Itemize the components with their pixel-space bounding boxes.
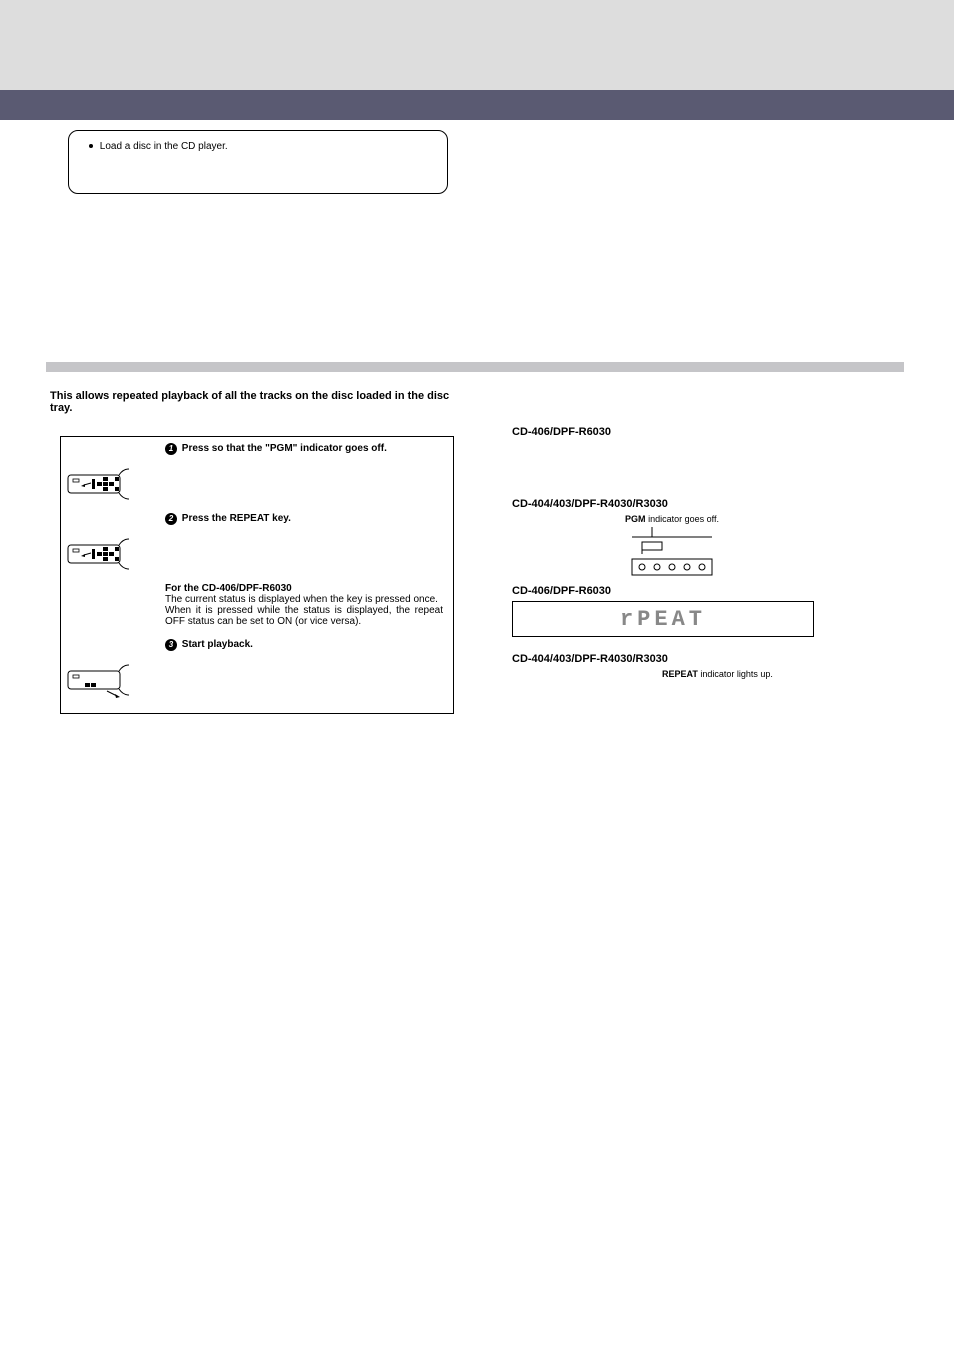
manual-page: Load a disc in the CD player. This allow… bbox=[0, 0, 954, 1351]
remote-diagram-icon bbox=[67, 661, 157, 699]
display-text: rPEAT bbox=[620, 607, 706, 632]
step-2-text: Press the REPEAT key. bbox=[182, 513, 291, 524]
step-row-2-icon bbox=[61, 531, 453, 577]
remote-icon-3 bbox=[61, 657, 165, 703]
model-label-a-2: CD-406/DPF-R6030 bbox=[512, 585, 892, 597]
preparation-text: Load a disc in the CD player. bbox=[100, 141, 228, 152]
model-label-b-1: CD-404/403/DPF-R4030/R3030 bbox=[512, 498, 892, 510]
bullet-icon bbox=[89, 144, 93, 148]
intro-text: This allows repeated playback of all the… bbox=[50, 390, 450, 414]
remote-diagram-icon bbox=[67, 465, 157, 503]
step-row-2: 2 Press the REPEAT key. bbox=[61, 507, 453, 531]
step-number-1: 1 bbox=[165, 443, 177, 455]
pgm-indicator-block: PGM indicator goes off. bbox=[572, 514, 772, 579]
step-row-1: 1 Press so that the "PGM" indicator goes… bbox=[61, 437, 453, 461]
model-label-a-1: CD-406/DPF-R6030 bbox=[512, 426, 892, 438]
step-3-text: Start playback. bbox=[182, 639, 253, 650]
step-row-1-icon bbox=[61, 461, 453, 507]
step-row-3-icon bbox=[61, 657, 453, 703]
step-number-3: 3 bbox=[165, 639, 177, 651]
remote-icon-1 bbox=[61, 461, 165, 507]
repeat-indicator-label: REPEAT indicator lights up. bbox=[662, 669, 892, 679]
pgm-indicator-diagram bbox=[572, 527, 772, 579]
display-screen-box: rPEAT bbox=[512, 601, 814, 637]
dark-header-bar bbox=[0, 90, 954, 120]
step-2-detail: For the CD-406/DPF-R6030 The current sta… bbox=[61, 577, 453, 633]
section-divider-bar bbox=[46, 362, 904, 372]
step-number-2: 2 bbox=[165, 513, 177, 525]
model-label-b-2: CD-404/403/DPF-R4030/R3030 bbox=[512, 653, 892, 665]
step-row-3: 3 Start playback. bbox=[61, 633, 453, 657]
preparation-box: Load a disc in the CD player. bbox=[68, 130, 448, 194]
step-2-body-1: The current status is displayed when the… bbox=[165, 594, 443, 605]
step-2-body-2: When it is pressed while the status is d… bbox=[165, 605, 443, 627]
right-column: CD-406/DPF-R6030 CD-404/403/DPF-R4030/R3… bbox=[512, 420, 892, 679]
top-gray-bar bbox=[0, 0, 954, 90]
remote-diagram-icon bbox=[67, 535, 157, 573]
remote-icon-2 bbox=[61, 531, 165, 577]
pgm-indicator-label: PGM indicator goes off. bbox=[625, 514, 719, 524]
step-1-text: Press so that the "PGM" indicator goes o… bbox=[182, 443, 387, 454]
step-2-model-heading: For the CD-406/DPF-R6030 bbox=[165, 583, 443, 594]
steps-box: 1 Press so that the "PGM" indicator goes… bbox=[60, 436, 454, 714]
